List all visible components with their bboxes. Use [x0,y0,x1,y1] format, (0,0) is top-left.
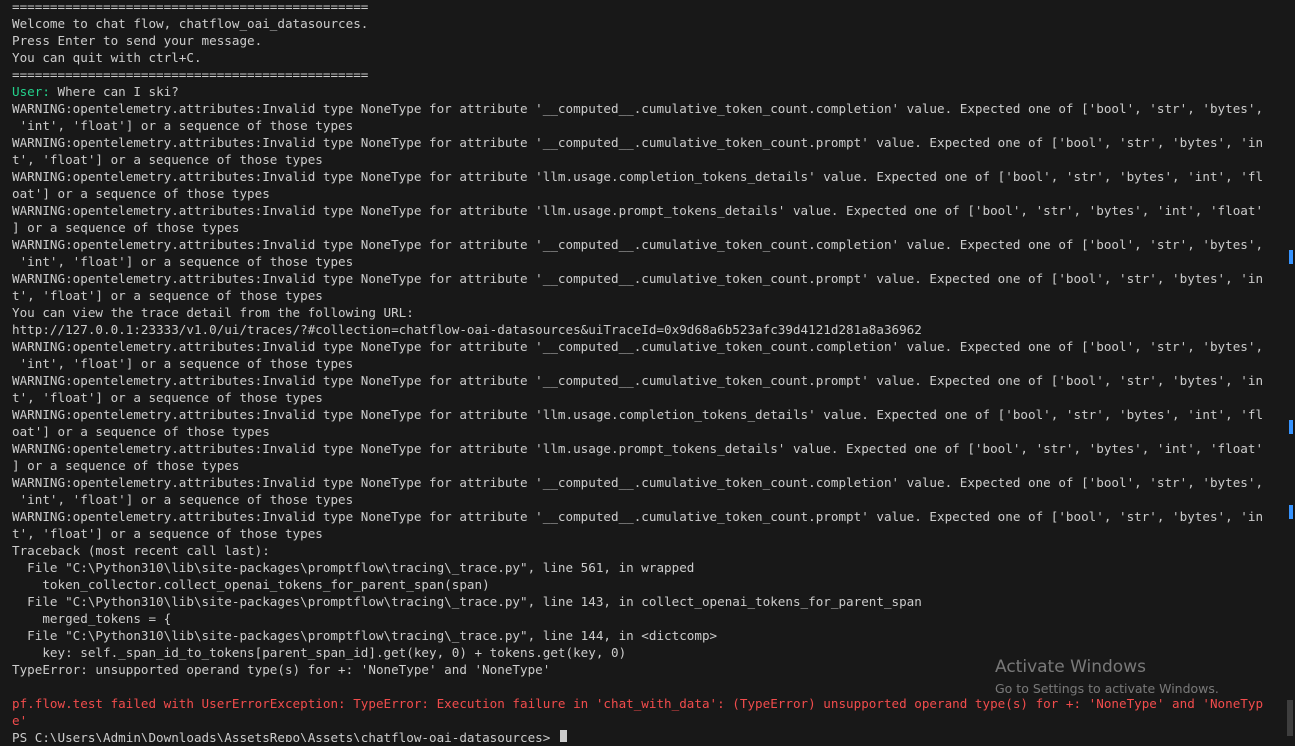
terminal-panel[interactable]: ========================================… [0,0,1295,746]
line-text: Where can I ski? [49,84,179,99]
line-text: Press Enter to send your message. [12,33,263,48]
output-line: WARNING:opentelemetry.attributes:Invalid… [12,440,1284,457]
line-text: oat'] or a sequence of those types [12,424,270,439]
line-text: You can view the trace detail from the f… [12,305,414,320]
output-line: You can quit with ctrl+C. [12,49,1284,66]
line-text: File "C:\Python310\lib\site-packages\pro… [12,628,718,643]
line-text: WARNING:opentelemetry.attributes:Invalid… [12,169,1264,184]
output-line: t', 'float'] or a sequence of those type… [12,389,1284,406]
output-line: File "C:\Python310\lib\site-packages\pro… [12,593,1284,610]
terminal-output: ========================================… [12,0,1284,746]
line-text: WARNING:opentelemetry.attributes:Invalid… [12,509,1264,524]
output-line: token_collector.collect_openai_tokens_fo… [12,576,1284,593]
output-line: 'int', 'float'] or a sequence of those t… [12,491,1284,508]
line-text: 'int', 'float'] or a sequence of those t… [12,118,354,133]
line-text: Traceback (most recent call last): [12,543,270,558]
line-text: You can quit with ctrl+C. [12,50,202,65]
output-line: 'int', 'float'] or a sequence of those t… [12,253,1284,270]
output-line: Welcome to chat flow, chatflow_oai_datas… [12,15,1284,32]
line-text: TypeError: unsupported operand type(s) f… [12,662,551,677]
line-text: WARNING:opentelemetry.attributes:Invalid… [12,271,1264,286]
line-text: WARNING:opentelemetry.attributes:Invalid… [12,475,1264,490]
line-text: ] or a sequence of those types [12,458,240,473]
line-text: t', 'float'] or a sequence of those type… [12,390,323,405]
output-line: t', 'float'] or a sequence of those type… [12,151,1284,168]
output-line: ] or a sequence of those types [12,457,1284,474]
scroll-marker [1289,250,1293,264]
output-line: Press Enter to send your message. [12,32,1284,49]
output-line: WARNING:opentelemetry.attributes:Invalid… [12,474,1284,491]
output-line: WARNING:opentelemetry.attributes:Invalid… [12,202,1284,219]
scroll-marker [1289,420,1293,434]
status-bar [0,742,1295,746]
line-text: 'int', 'float'] or a sequence of those t… [12,356,354,371]
activate-windows-watermark: Activate Windows Go to Settings to activ… [995,655,1219,699]
watermark-subtitle: Go to Settings to activate Windows. [995,681,1219,696]
output-line: ========================================… [12,66,1284,83]
line-text: http://127.0.0.1:23333/v1.0/ui/traces/?#… [12,322,922,337]
line-text: WARNING:opentelemetry.attributes:Invalid… [12,203,1264,218]
line-text: ========================================… [12,0,369,14]
output-line: WARNING:opentelemetry.attributes:Invalid… [12,406,1284,423]
line-text: WARNING:opentelemetry.attributes:Invalid… [12,339,1264,354]
line-text: File "C:\Python310\lib\site-packages\pro… [12,594,922,609]
watermark-title: Activate Windows [995,657,1146,677]
line-text: ] or a sequence of those types [12,220,240,235]
line-text: t', 'float'] or a sequence of those type… [12,526,323,541]
output-line: You can view the trace detail from the f… [12,304,1284,321]
output-line: WARNING:opentelemetry.attributes:Invalid… [12,134,1284,151]
line-text: File "C:\Python310\lib\site-packages\pro… [12,560,695,575]
output-line: User: Where can I ski? [12,83,1284,100]
output-line: 'int', 'float'] or a sequence of those t… [12,355,1284,372]
output-line: oat'] or a sequence of those types [12,423,1284,440]
output-line: WARNING:opentelemetry.attributes:Invalid… [12,270,1284,287]
line-text: WARNING:opentelemetry.attributes:Invalid… [12,237,1264,252]
output-line: oat'] or a sequence of those types [12,185,1284,202]
output-line: WARNING:opentelemetry.attributes:Invalid… [12,100,1284,117]
line-text: Welcome to chat flow, chatflow_oai_datas… [12,16,369,31]
line-text: key: self._span_id_to_tokens[parent_span… [12,645,627,660]
line-text: merged_tokens = { [12,611,172,626]
output-line: WARNING:opentelemetry.attributes:Invalid… [12,236,1284,253]
line-text: ========================================… [12,67,369,82]
output-line: WARNING:opentelemetry.attributes:Invalid… [12,168,1284,185]
line-text: token_collector.collect_openai_tokens_fo… [12,577,490,592]
line-text: WARNING:opentelemetry.attributes:Invalid… [12,373,1264,388]
output-line: t', 'float'] or a sequence of those type… [12,525,1284,542]
output-line: WARNING:opentelemetry.attributes:Invalid… [12,372,1284,389]
scrollbar-thumb[interactable] [1287,700,1293,736]
output-line: File "C:\Python310\lib\site-packages\pro… [12,559,1284,576]
scroll-marker [1289,505,1293,519]
line-text: oat'] or a sequence of those types [12,186,270,201]
output-line: WARNING:opentelemetry.attributes:Invalid… [12,338,1284,355]
output-line: WARNING:opentelemetry.attributes:Invalid… [12,508,1284,525]
output-line: http://127.0.0.1:23333/v1.0/ui/traces/?#… [12,321,1284,338]
output-line: Traceback (most recent call last): [12,542,1284,559]
output-line: t', 'float'] or a sequence of those type… [12,287,1284,304]
line-text: e' [12,713,28,728]
line-text: WARNING:opentelemetry.attributes:Invalid… [12,407,1264,422]
output-line: File "C:\Python310\lib\site-packages\pro… [12,627,1284,644]
line-text: WARNING:opentelemetry.attributes:Invalid… [12,135,1264,150]
user-label: User: [12,84,50,99]
line-text: t', 'float'] or a sequence of those type… [12,152,323,167]
output-line: merged_tokens = { [12,610,1284,627]
output-line: 'int', 'float'] or a sequence of those t… [12,117,1284,134]
line-text: 'int', 'float'] or a sequence of those t… [12,492,354,507]
output-line: ] or a sequence of those types [12,219,1284,236]
terminal-scrollbar[interactable] [1285,0,1295,746]
line-text: WARNING:opentelemetry.attributes:Invalid… [12,101,1264,116]
error-line: e' [12,712,1284,729]
line-text: 'int', 'float'] or a sequence of those t… [12,254,354,269]
output-line: ========================================… [12,0,1284,15]
line-text: t', 'float'] or a sequence of those type… [12,288,323,303]
line-text: WARNING:opentelemetry.attributes:Invalid… [12,441,1264,456]
